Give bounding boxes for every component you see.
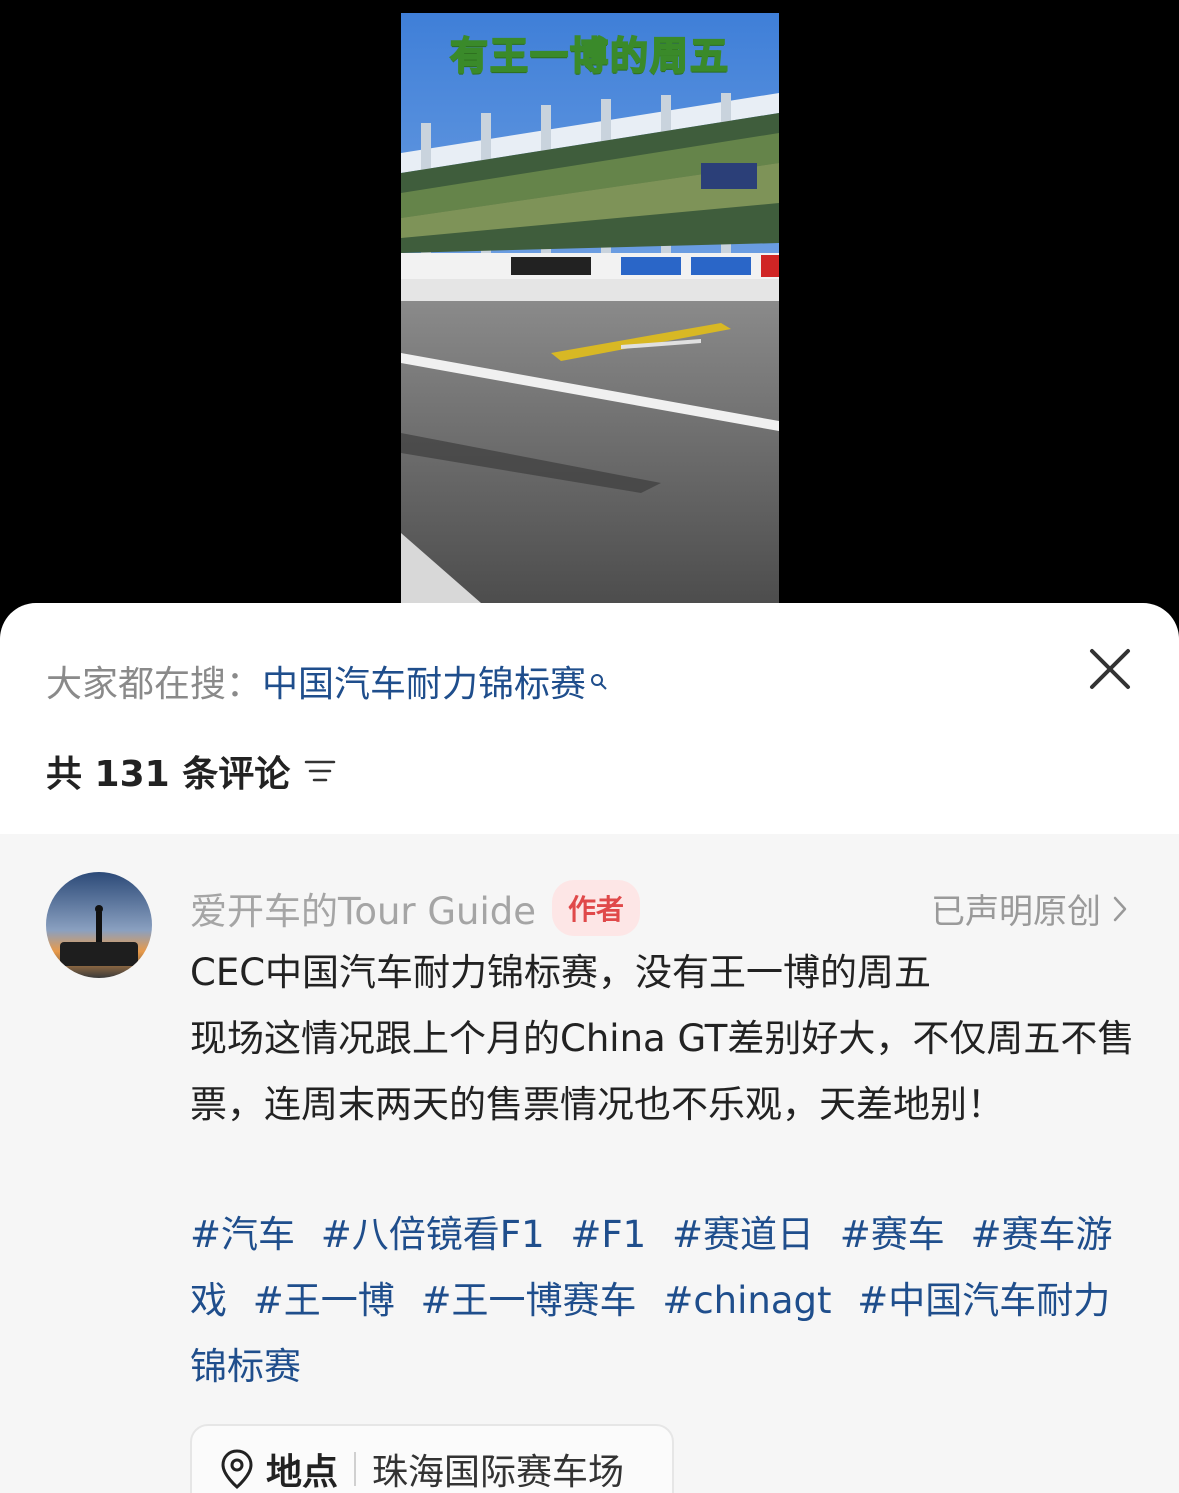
search-term-link[interactable]: 中国汽车耐力锦标赛 <box>262 664 586 705</box>
post-body-line: 现场这情况跟上个月的China GT差别好大，不仅周五不售票，连周末两天的售票情… <box>190 1017 1135 1126</box>
hashtag-list: #汽车 #八倍镜看F1 #F1 #赛道日 #赛车 #赛车游戏 #王一博 #王一博… <box>190 1202 1135 1400</box>
original-declaration-link[interactable]: 已声明原创 <box>931 884 1127 933</box>
original-label: 已声明原创 <box>931 892 1101 932</box>
video-caption: 有王一博的周五 <box>449 33 730 79</box>
hashtag[interactable]: #F1 <box>570 1213 646 1256</box>
video-frame[interactable]: 有王一博的周五 <box>401 13 779 603</box>
author-line: 爱开车的Tour Guide 作者 <box>190 880 641 936</box>
video-thumbnail <box>401 13 779 603</box>
sort-icon[interactable] <box>304 758 336 784</box>
location-divider <box>354 1452 357 1486</box>
hashtag[interactable]: #八倍镜看F1 <box>321 1213 545 1256</box>
comment-list: 爱开车的Tour Guide 作者 已声明原创 CEC中国汽车耐力锦标赛，没有王… <box>0 834 1179 1493</box>
post-body: CEC中国汽车耐力锦标赛，没有王一博的周五 现场这情况跟上个月的China GT… <box>190 940 1135 1138</box>
location-chip[interactable]: 地点 珠海国际赛车场 <box>190 1424 674 1493</box>
hashtag[interactable]: #王一博 <box>253 1279 395 1322</box>
video-area[interactable]: 有王一博的周五 <box>0 0 1179 620</box>
post-body-line: CEC中国汽车耐力锦标赛，没有王一博的周五 <box>190 951 932 994</box>
search-prefix: 大家都在搜： <box>46 664 263 705</box>
hashtag[interactable]: #chinagt <box>662 1279 831 1322</box>
search-icon <box>590 659 608 700</box>
comment-count-row[interactable]: 共 131 条评论 <box>46 745 336 797</box>
close-button[interactable] <box>1088 647 1132 691</box>
chevron-right-icon <box>1113 896 1127 921</box>
hashtag[interactable]: #汽车 <box>190 1213 295 1256</box>
close-icon <box>1090 649 1130 689</box>
location-value: 珠海国际赛车场 <box>372 1452 625 1493</box>
author-badge: 作者 <box>552 880 641 936</box>
avatar[interactable] <box>46 872 152 978</box>
author-name[interactable]: 爱开车的Tour Guide <box>190 881 536 935</box>
location-pin-icon <box>221 1449 253 1489</box>
comment-sheet: 大家都在搜：中国汽车耐力锦标赛 共 131 条评论 爱开车的Tour Guide… <box>0 603 1179 1493</box>
hashtag[interactable]: #赛车 <box>840 1213 945 1256</box>
hashtag[interactable]: #王一博赛车 <box>421 1279 637 1322</box>
comment-count: 共 131 条评论 <box>46 754 291 795</box>
hashtag[interactable]: #赛道日 <box>672 1213 814 1256</box>
location-label: 地点 <box>266 1452 339 1493</box>
search-suggestion[interactable]: 大家都在搜：中国汽车耐力锦标赛 <box>46 655 608 707</box>
